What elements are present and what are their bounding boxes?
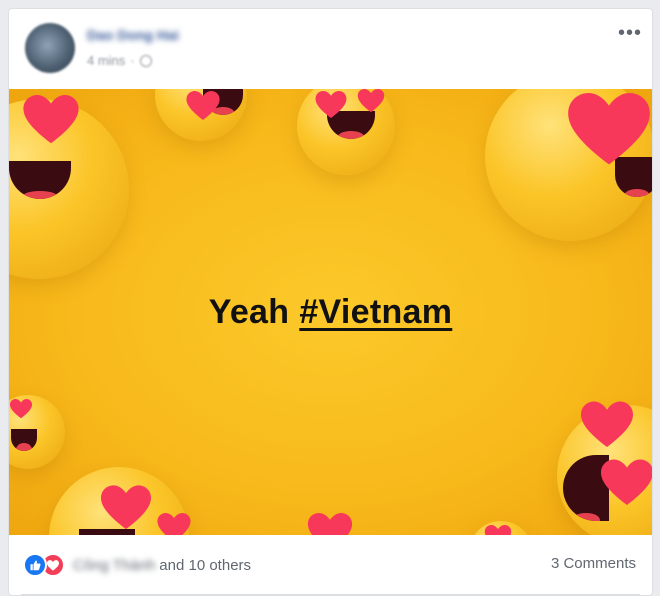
reactor-name[interactable]: Công Thành: [73, 557, 155, 574]
hashtag-link[interactable]: #Vietnam: [299, 293, 452, 332]
author-name[interactable]: Dao Dong Hai: [87, 27, 179, 43]
footer-divider: [21, 594, 640, 595]
more-options-button[interactable]: •••: [618, 23, 642, 43]
author-avatar[interactable]: [25, 23, 75, 73]
comments-count-link[interactable]: 3 Comments: [551, 555, 636, 572]
post-header: Dao Dong Hai 4 mins · •••: [9, 9, 652, 89]
reactors-others-link[interactable]: and 10 others: [159, 557, 251, 574]
globe-icon[interactable]: [139, 54, 152, 67]
reactions-summary[interactable]: Công Thành and 10 others: [23, 553, 251, 577]
post-footer: Công Thành and 10 others 3 Comments: [9, 535, 652, 595]
like-icon: [23, 553, 47, 577]
post-meta: 4 mins ·: [87, 53, 152, 68]
status-message: Yeah #Vietnam: [9, 89, 652, 535]
status-background: Yeah #Vietnam: [9, 89, 652, 535]
status-text: Yeah: [208, 292, 290, 331]
meta-separator: ·: [130, 53, 135, 68]
post-card: Dao Dong Hai 4 mins · ••• Yeah #Vietnam …: [8, 8, 653, 596]
post-timestamp[interactable]: 4 mins: [87, 53, 125, 68]
